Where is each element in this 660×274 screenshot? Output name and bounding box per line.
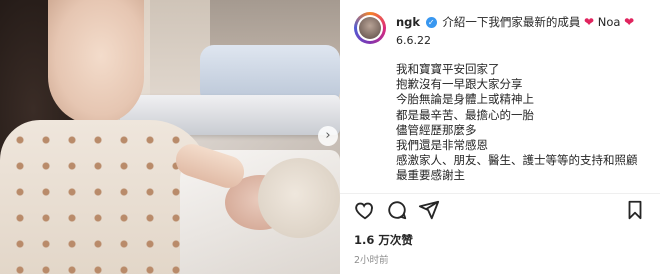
name-tag: Noa — [597, 15, 621, 29]
avatar[interactable] — [354, 12, 386, 44]
post-time: 2小时前 — [354, 255, 389, 266]
caption-line: 今胎無論是身體上或精神上 — [396, 92, 534, 107]
divider — [340, 193, 660, 194]
photo-shirt — [0, 120, 210, 274]
caption-line: 最重要感謝主 — [396, 168, 465, 183]
heart-icon: ❤ — [584, 15, 595, 29]
heart-icon: ❤ — [624, 15, 635, 29]
like-heart-icon[interactable] — [354, 199, 376, 221]
caption-line: 我們還是非常感恩 — [396, 138, 488, 153]
post-date: 6.6.22 — [396, 34, 431, 47]
verified-badge-icon: ✓ — [425, 17, 437, 28]
photo-baby-hat — [258, 158, 340, 238]
share-icon[interactable] — [418, 199, 440, 221]
caption-line: 感激家人、朋友、醫生、護士等等的支持和照顧 — [396, 153, 638, 168]
bookmark-icon[interactable] — [624, 199, 646, 221]
post-header: ngk ✓ 介紹一下我們家最新的成員 ❤ Noa ❤ 6.6.22 — [354, 12, 652, 48]
likes-count[interactable]: 1.6 万次赞 — [354, 232, 413, 248]
caption-title: ngk ✓ 介紹一下我們家最新的成員 ❤ Noa ❤ — [396, 14, 634, 30]
caption-line: 我和寶寶平安回家了 — [396, 62, 500, 76]
caption-text: 介紹一下我們家最新的成員 — [442, 15, 581, 29]
post-panel: ngk ✓ 介紹一下我們家最新的成員 ❤ Noa ❤ 6.6.22 我和寶寶平安… — [340, 0, 660, 274]
caption-body: 我和寶寶平安回家了 抱歉沒有一早跟大家分享 今胎無論是身體上或精神上 都是最辛苦… — [396, 62, 646, 184]
photo-mother-face — [48, 0, 144, 125]
caption-line: 儘管經歷那麼多 — [396, 122, 477, 137]
caption-line: 抱歉沒有一早跟大家分享 — [396, 77, 523, 92]
post-photo[interactable]: › — [0, 0, 340, 274]
username[interactable]: ngk — [396, 15, 420, 29]
caption-line: 都是最辛苦、最擔心的一胎 — [396, 107, 534, 122]
comment-icon[interactable] — [386, 199, 408, 221]
action-bar — [354, 199, 650, 223]
chevron-right-icon[interactable]: › — [318, 126, 338, 146]
